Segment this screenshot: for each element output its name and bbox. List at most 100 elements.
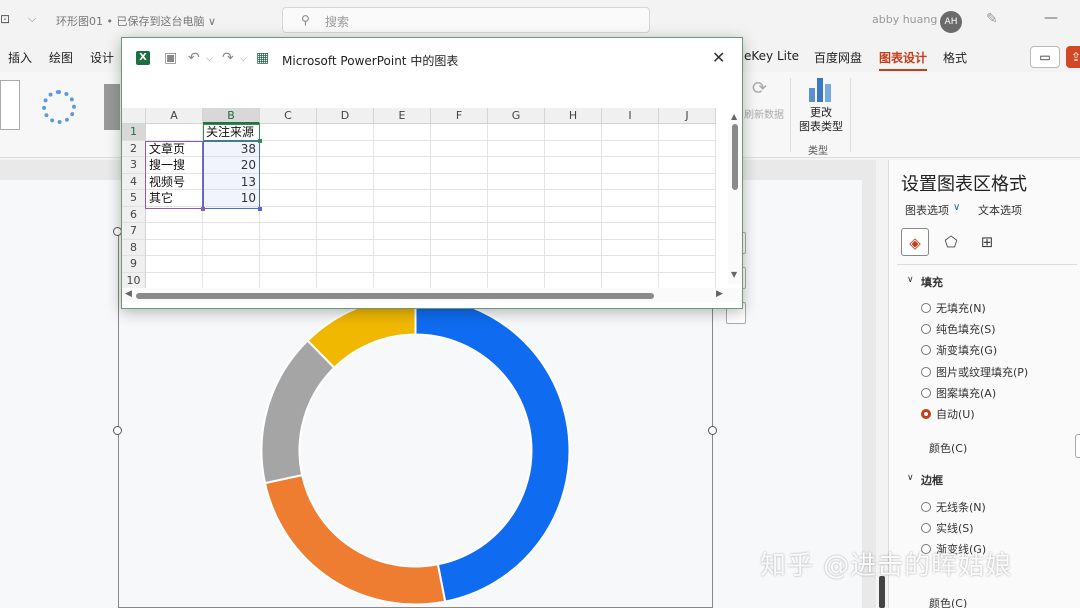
scroll-left-icon[interactable]: ◀ — [125, 289, 132, 299]
table-cell[interactable] — [431, 124, 488, 141]
refresh-data-button[interactable]: 刷新数据 — [744, 106, 784, 121]
fill-option-pattern[interactable]: 图案填充(A) — [921, 385, 996, 401]
table-cell[interactable] — [317, 140, 374, 157]
share-button[interactable]: ⇪ — [1066, 46, 1080, 68]
table-cell[interactable] — [374, 239, 431, 256]
table-cell[interactable] — [146, 256, 203, 273]
table-cell[interactable] — [602, 124, 659, 141]
table-cell[interactable] — [374, 256, 431, 273]
tab-design[interactable]: 设计 — [90, 49, 114, 66]
column-header[interactable]: B — [203, 108, 260, 124]
border-option-solid[interactable]: 实线(S) — [921, 520, 974, 536]
table-cell[interactable] — [431, 272, 488, 289]
table-cell[interactable] — [203, 272, 260, 289]
tab-baidu-netdisk[interactable]: 百度网盘 — [814, 49, 862, 66]
undo-icon[interactable]: ↶ — [188, 50, 200, 66]
table-cell[interactable] — [488, 157, 545, 174]
table-cell[interactable] — [488, 173, 545, 190]
table-cell[interactable] — [602, 256, 659, 273]
donut-slice-1[interactable] — [414, 295, 571, 603]
table-cell[interactable] — [488, 256, 545, 273]
table-cell[interactable] — [488, 124, 545, 141]
tab-chart-design[interactable]: 图表设计 — [879, 49, 928, 71]
column-header[interactable]: J — [659, 108, 716, 124]
table-cell[interactable] — [260, 223, 317, 240]
edit-in-excel-icon[interactable]: ▦ — [256, 50, 269, 66]
table-cell[interactable] — [317, 223, 374, 240]
table-cell[interactable] — [260, 239, 317, 256]
table-cell[interactable] — [602, 190, 659, 207]
table-cell[interactable] — [545, 272, 602, 289]
table-cell[interactable] — [374, 140, 431, 157]
tab-insert[interactable]: 插入 — [8, 49, 32, 66]
table-cell[interactable] — [659, 272, 716, 289]
column-header[interactable]: A — [146, 108, 203, 124]
fill-option-solid[interactable]: 纯色填充(S) — [921, 321, 996, 337]
quick-access-caret-icon[interactable]: ⌵ — [28, 12, 36, 26]
chart-style-thumbnail[interactable] — [0, 80, 20, 130]
table-cell[interactable] — [602, 272, 659, 289]
chart-style-gray-thumbnail[interactable] — [104, 84, 120, 130]
row-header[interactable]: 8 — [122, 239, 146, 256]
table-cell[interactable] — [260, 124, 317, 141]
row-header[interactable]: 3 — [122, 157, 146, 174]
table-cell[interactable] — [260, 140, 317, 157]
vertical-scroll-thumb[interactable] — [732, 124, 738, 190]
table-cell[interactable] — [203, 223, 260, 240]
horizontal-scroll-thumb[interactable] — [136, 293, 654, 299]
table-cell[interactable] — [659, 140, 716, 157]
table-cell[interactable] — [431, 173, 488, 190]
table-cell[interactable] — [659, 223, 716, 240]
table-cell[interactable] — [659, 239, 716, 256]
row-header[interactable]: 9 — [122, 256, 146, 273]
table-cell[interactable] — [146, 272, 203, 289]
chevron-down-icon[interactable]: ⌵ — [240, 54, 247, 64]
table-cell[interactable] — [146, 239, 203, 256]
column-header[interactable]: C — [260, 108, 317, 124]
chevron-down-icon[interactable]: ∨ — [907, 275, 914, 285]
table-cell[interactable] — [374, 124, 431, 141]
table-cell[interactable] — [602, 140, 659, 157]
avatar[interactable]: AH — [940, 11, 962, 33]
fill-option-automatic[interactable]: 自动(U) — [921, 406, 975, 422]
table-cell[interactable] — [260, 272, 317, 289]
fill-color-picker[interactable] — [1075, 434, 1080, 458]
table-cell[interactable] — [317, 124, 374, 141]
tab-chart-options[interactable]: 图表选项 — [905, 202, 949, 218]
table-cell[interactable] — [203, 239, 260, 256]
table-cell[interactable]: 搜一搜 — [146, 157, 203, 174]
resize-handle-left[interactable] — [113, 426, 122, 435]
table-cell[interactable] — [431, 223, 488, 240]
table-cell[interactable] — [431, 256, 488, 273]
table-cell[interactable] — [317, 173, 374, 190]
table-cell[interactable] — [602, 157, 659, 174]
border-section-header[interactable]: 边框 — [921, 472, 943, 488]
table-cell[interactable]: 视频号 — [146, 173, 203, 190]
effects-icon[interactable]: ⬠ — [937, 228, 965, 256]
table-cell[interactable] — [545, 256, 602, 273]
table-cell[interactable] — [488, 239, 545, 256]
table-cell[interactable] — [659, 157, 716, 174]
chevron-down-icon[interactable]: ⌵ — [206, 54, 213, 64]
table-cell[interactable] — [317, 272, 374, 289]
chevron-down-icon[interactable]: ∨ — [907, 473, 914, 483]
table-cell[interactable] — [374, 223, 431, 240]
comments-button[interactable]: ▭ — [1030, 46, 1060, 68]
tab-format[interactable]: 格式 — [943, 49, 967, 66]
scroll-right-icon[interactable]: ▶ — [716, 289, 723, 299]
table-cell[interactable] — [374, 173, 431, 190]
redo-icon[interactable]: ↷ — [222, 50, 234, 66]
column-header[interactable]: E — [374, 108, 431, 124]
range-resize-handle[interactable] — [258, 139, 262, 143]
table-cell[interactable] — [203, 206, 260, 223]
minimize-icon[interactable]: — — [1044, 10, 1058, 26]
search-input[interactable]: ⚲ 搜索 — [282, 7, 650, 33]
donut-slice-3[interactable] — [260, 339, 336, 485]
table-cell[interactable] — [374, 157, 431, 174]
fill-option-picture[interactable]: 图片或纹理填充(P) — [921, 364, 1028, 380]
resize-handle-right[interactable] — [708, 426, 717, 435]
table-cell[interactable] — [659, 124, 716, 141]
column-header[interactable]: I — [602, 108, 659, 124]
chevron-down-icon[interactable]: ∨ — [953, 202, 960, 213]
row-header[interactable]: 1 — [122, 124, 146, 141]
